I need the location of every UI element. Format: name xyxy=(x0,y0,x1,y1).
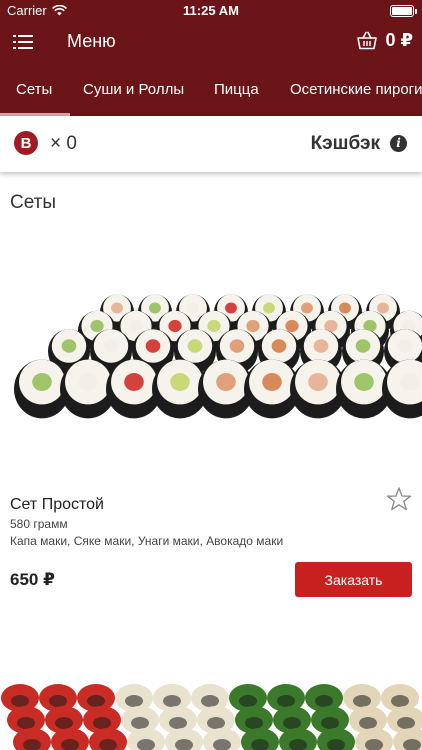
product-image-next[interactable] xyxy=(0,606,422,750)
page-title: Меню xyxy=(67,31,116,51)
favorite-star-icon[interactable] xyxy=(386,486,412,512)
tab-sets[interactable]: Сеты xyxy=(16,81,52,98)
order-button[interactable]: Заказать xyxy=(295,562,412,597)
app-header: Carrier 11:25 AM Меню 0 ₽ Сеты Суши и Ро… xyxy=(0,0,422,116)
tab-sushi-rolls[interactable]: Суши и Роллы xyxy=(83,81,184,98)
product-name: Сет Простой xyxy=(10,496,104,513)
tab-ossetian-pies[interactable]: Осетинские пироги xyxy=(290,81,422,98)
info-icon[interactable]: i xyxy=(390,135,407,152)
cashback-label[interactable]: Кэшбэк xyxy=(311,133,380,155)
bonus-coin-icon: B xyxy=(14,131,38,155)
product-image[interactable] xyxy=(0,222,422,478)
tab-pizza[interactable]: Пицца xyxy=(214,81,259,98)
navigation-bar: Меню 0 ₽ xyxy=(0,22,422,62)
status-bar: Carrier 11:25 AM xyxy=(0,0,422,22)
menu-list-icon[interactable] xyxy=(13,34,33,50)
cart-button[interactable]: 0 ₽ xyxy=(357,30,413,51)
product-weight: 580 грамм xyxy=(10,517,68,531)
basket-icon xyxy=(357,31,378,50)
battery-icon xyxy=(390,5,417,17)
status-time: 11:25 AM xyxy=(183,3,239,18)
category-tabs: Сеты Суши и Роллы Пицца Осетинские пирог… xyxy=(0,62,422,116)
bonus-bar: B × 0 Кэшбэк i xyxy=(0,116,422,172)
product-price: 650 ₽ xyxy=(10,570,55,589)
section-title: Сеты xyxy=(10,192,57,213)
bonus-count: × 0 xyxy=(50,133,77,154)
cart-total: 0 ₽ xyxy=(385,30,413,50)
product-description: Капа маки, Сяке маки, Унаги маки, Авокад… xyxy=(10,534,284,548)
